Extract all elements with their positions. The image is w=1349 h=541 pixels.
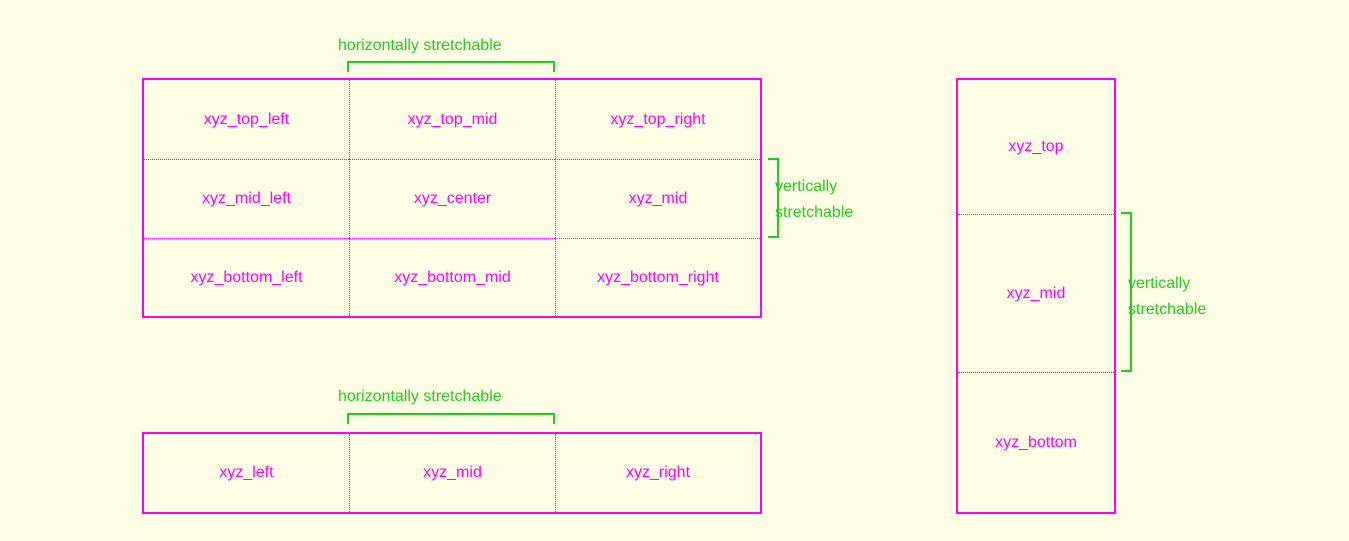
cell-mid: xyz_mid xyxy=(349,434,555,512)
col3-box: xyz_top xyz_mid xyz_bottom xyxy=(956,78,1116,514)
grid9-horizontal-label: horizontally stretchable xyxy=(338,37,502,54)
cell-top: xyz_top xyxy=(1008,138,1064,155)
row3-horizontal-label: horizontally stretchable xyxy=(338,388,502,405)
grid9-box: xyz_top_left xyz_top_mid xyz_top_right x… xyxy=(142,78,762,318)
cell-mid-left: xyz_mid_left xyxy=(144,159,349,238)
cell-bottom-right: xyz_bottom_right xyxy=(555,238,760,316)
cell-bottom-left: xyz_bottom_left xyxy=(144,238,349,316)
cell-left: xyz_left xyxy=(219,464,274,481)
cell-mid: xyz_mid xyxy=(555,159,760,238)
cell-top-mid: xyz_top_mid xyxy=(349,80,555,159)
cell-right: xyz_right xyxy=(555,434,760,512)
cell-bottom: xyz_bottom xyxy=(958,372,1114,512)
row3-horizontal-bracket xyxy=(347,413,555,424)
cell-bottom-mid: xyz_bottom_mid xyxy=(349,238,555,316)
col3-vertical-label-line1: vertically xyxy=(1128,275,1191,292)
cell-top-left: xyz_top_left xyxy=(203,110,290,128)
grid9-vertical-label-line1: vertically xyxy=(775,178,838,195)
cell-top-right: xyz_top_right xyxy=(555,80,760,159)
cell-center: xyz_center xyxy=(349,159,555,238)
row3-box: xyz_left xyz_mid xyz_right xyxy=(142,432,762,514)
col3-vertical-label-line2: stretchable xyxy=(1128,301,1207,318)
grid9-vertical-label-line2: stretchable xyxy=(775,204,854,221)
grid9-vertical-bracket xyxy=(768,158,779,238)
grid9-horizontal-bracket xyxy=(347,61,555,72)
cell-mid: xyz_mid xyxy=(958,214,1114,372)
